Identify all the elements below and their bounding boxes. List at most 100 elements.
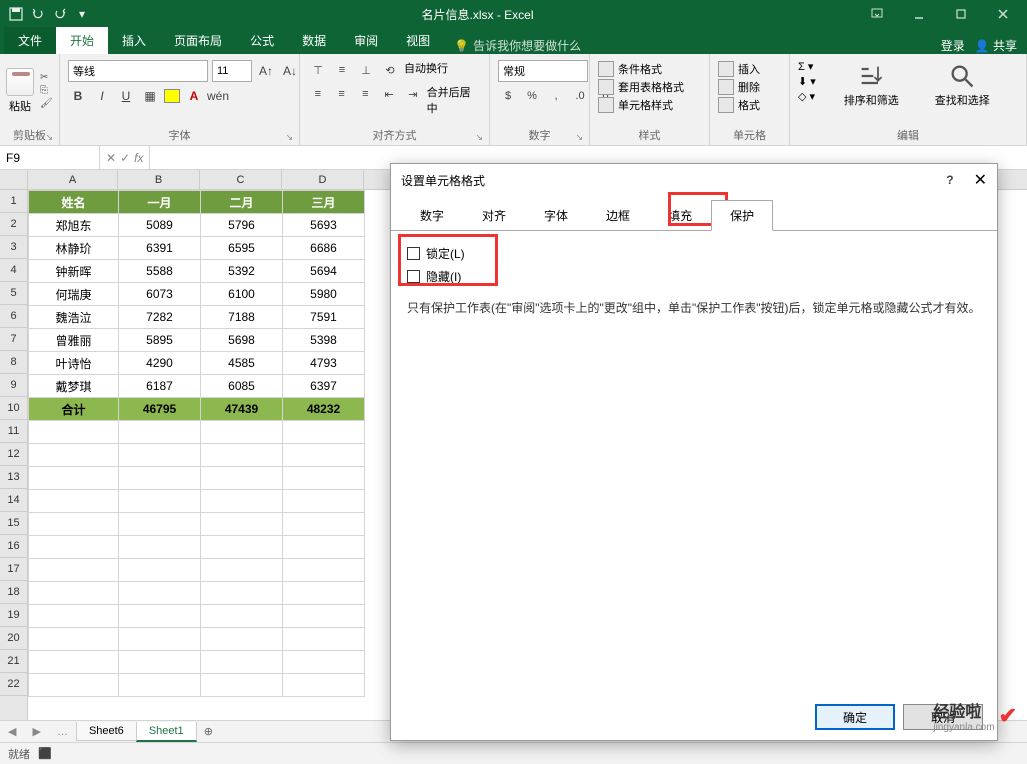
- dialog-tab-alignment[interactable]: 对齐: [463, 200, 525, 231]
- cell[interactable]: 5694: [283, 260, 365, 283]
- find-select-button[interactable]: 查找和选择: [927, 60, 998, 110]
- cell[interactable]: [119, 605, 201, 628]
- tab-data[interactable]: 数据: [288, 27, 340, 54]
- clear-icon[interactable]: ◇ ▾: [798, 90, 816, 103]
- cell[interactable]: 曾雅丽: [29, 329, 119, 352]
- cell[interactable]: [119, 444, 201, 467]
- increase-decimal-icon[interactable]: .0: [570, 86, 590, 106]
- cell[interactable]: [201, 536, 283, 559]
- dialog-help-icon[interactable]: ?: [946, 173, 953, 187]
- cell[interactable]: [201, 513, 283, 536]
- format-cells-button[interactable]: 格式: [718, 96, 760, 114]
- cell[interactable]: [283, 513, 365, 536]
- conditional-format-button[interactable]: 条件格式: [598, 60, 662, 78]
- cell[interactable]: 6100: [201, 283, 283, 306]
- table-format-button[interactable]: 套用表格格式: [598, 78, 684, 96]
- cell[interactable]: [29, 582, 119, 605]
- cell[interactable]: [283, 582, 365, 605]
- cell[interactable]: [29, 536, 119, 559]
- cell[interactable]: [201, 674, 283, 697]
- cell[interactable]: [283, 421, 365, 444]
- percent-icon[interactable]: %: [522, 86, 542, 106]
- total-cell[interactable]: 合计: [29, 398, 119, 421]
- cell[interactable]: [283, 536, 365, 559]
- cell[interactable]: [283, 444, 365, 467]
- name-box[interactable]: F9: [0, 146, 100, 169]
- redo-icon[interactable]: [52, 6, 68, 22]
- row-header[interactable]: 11: [0, 420, 27, 443]
- fx-icon[interactable]: fx: [134, 151, 143, 165]
- indent-increase-icon[interactable]: ⇥: [403, 84, 423, 104]
- tab-review[interactable]: 审阅: [340, 27, 392, 54]
- cell[interactable]: 5980: [283, 283, 365, 306]
- cell[interactable]: [201, 467, 283, 490]
- cell[interactable]: [29, 444, 119, 467]
- currency-icon[interactable]: $: [498, 86, 518, 106]
- sheet-tab-sheet1[interactable]: Sheet1: [136, 722, 197, 742]
- row-header[interactable]: 15: [0, 512, 27, 535]
- cell[interactable]: 5392: [201, 260, 283, 283]
- cell[interactable]: 4793: [283, 352, 365, 375]
- cell[interactable]: 6686: [283, 237, 365, 260]
- row-header[interactable]: 22: [0, 673, 27, 696]
- macro-record-icon[interactable]: ⬛: [38, 747, 52, 760]
- cell[interactable]: [201, 559, 283, 582]
- font-color-button[interactable]: A: [184, 86, 204, 106]
- login-link[interactable]: 登录: [941, 37, 965, 54]
- cell[interactable]: 7188: [201, 306, 283, 329]
- cell[interactable]: [283, 674, 365, 697]
- col-header-A[interactable]: A: [28, 170, 118, 189]
- cell[interactable]: 4585: [201, 352, 283, 375]
- row-header[interactable]: 16: [0, 535, 27, 558]
- clipboard-launcher-icon[interactable]: ↘: [45, 132, 53, 143]
- alignment-launcher-icon[interactable]: ↘: [475, 132, 483, 143]
- indent-decrease-icon[interactable]: ⇤: [379, 84, 399, 104]
- sort-filter-button[interactable]: 排序和筛选: [836, 60, 907, 110]
- increase-font-icon[interactable]: A↑: [256, 61, 276, 81]
- tab-view[interactable]: 视图: [392, 27, 444, 54]
- copy-icon[interactable]: ⎘: [40, 85, 53, 96]
- row-header[interactable]: 9: [0, 374, 27, 397]
- number-format-combo[interactable]: 常规: [498, 60, 588, 82]
- cell[interactable]: [119, 513, 201, 536]
- cell[interactable]: [119, 582, 201, 605]
- cell[interactable]: [201, 651, 283, 674]
- delete-cells-button[interactable]: 删除: [718, 78, 760, 96]
- cell[interactable]: [201, 421, 283, 444]
- cell[interactable]: 7591: [283, 306, 365, 329]
- row-header[interactable]: 14: [0, 489, 27, 512]
- paste-button[interactable]: 粘贴: [4, 66, 36, 116]
- total-cell[interactable]: 48232: [283, 398, 365, 421]
- cell[interactable]: [283, 559, 365, 582]
- row-header[interactable]: 13: [0, 466, 27, 489]
- cell[interactable]: [283, 605, 365, 628]
- dialog-close-icon[interactable]: ✕: [974, 170, 987, 190]
- font-launcher-icon[interactable]: ↘: [285, 132, 293, 143]
- col-header-D[interactable]: D: [282, 170, 364, 189]
- cell[interactable]: 6397: [283, 375, 365, 398]
- cell[interactable]: 6187: [119, 375, 201, 398]
- row-header[interactable]: 18: [0, 581, 27, 604]
- cut-icon[interactable]: ✂: [40, 72, 53, 83]
- dialog-tab-border[interactable]: 边框: [587, 200, 649, 231]
- tab-insert[interactable]: 插入: [108, 27, 160, 54]
- header-cell[interactable]: 二月: [201, 191, 283, 214]
- row-header[interactable]: 6: [0, 305, 27, 328]
- cell[interactable]: [201, 444, 283, 467]
- save-icon[interactable]: [8, 6, 24, 22]
- sheet-nav-next-icon[interactable]: ▶: [24, 725, 48, 738]
- cell[interactable]: 6391: [119, 237, 201, 260]
- cell[interactable]: 7282: [119, 306, 201, 329]
- row-header[interactable]: 17: [0, 558, 27, 581]
- undo-icon[interactable]: [30, 6, 46, 22]
- cell[interactable]: [119, 421, 201, 444]
- autosum-icon[interactable]: Σ ▾: [798, 60, 816, 73]
- col-header-C[interactable]: C: [200, 170, 282, 189]
- align-middle-icon[interactable]: ≡: [332, 60, 352, 80]
- format-painter-icon[interactable]: 🖌: [40, 98, 53, 109]
- row-header[interactable]: 21: [0, 650, 27, 673]
- cell[interactable]: [283, 628, 365, 651]
- align-left-icon[interactable]: ≡: [308, 84, 328, 104]
- cell[interactable]: [119, 559, 201, 582]
- row-header[interactable]: 3: [0, 236, 27, 259]
